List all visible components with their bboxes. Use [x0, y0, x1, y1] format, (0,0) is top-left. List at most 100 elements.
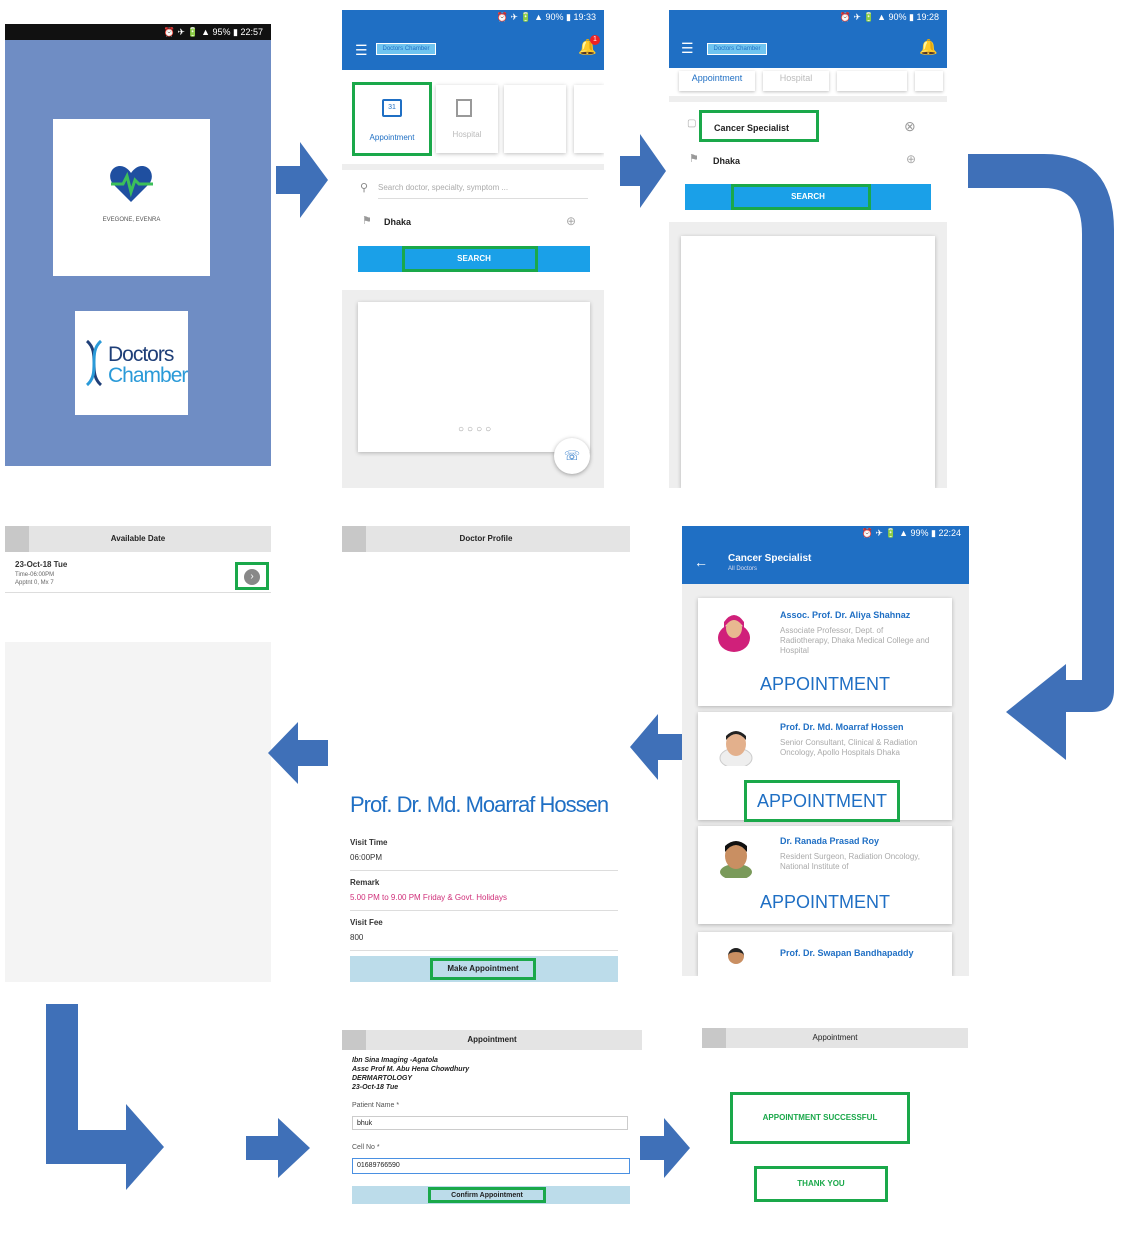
back-button[interactable]	[702, 1028, 726, 1048]
visit-time-value: 06:00PM	[350, 853, 383, 862]
doctor-desc-3: Resident Surgeon, Radiation Oncology, Na…	[780, 852, 920, 871]
appointment-button-1[interactable]: APPOINTMENT	[698, 674, 952, 695]
profile-doctor-name: Prof. Dr. Md. Moarraf Hossen	[350, 792, 609, 817]
back-button[interactable]	[342, 1030, 366, 1050]
doctor-card-4[interactable]: Prof. Dr. Swapan Bandhapaddy	[698, 932, 952, 976]
tab-appointment[interactable]: Appointment	[679, 71, 755, 91]
back-button[interactable]	[5, 526, 29, 552]
confirm-bar[interactable]: Confirm Appointment	[352, 1186, 630, 1204]
profile-header-title: Doctor Profile	[459, 534, 513, 543]
status-bar: ⏰ ✈ 🔋 ▲ 90% ▮ 19:28	[839, 12, 939, 22]
flow-arrow-elbow	[44, 1002, 166, 1192]
location-field[interactable]: Dhaka	[713, 156, 740, 166]
patient-name-label: Patient Name *	[352, 1102, 400, 1109]
remark-row: Remark 5.00 PM to 9.00 PM Friday & Govt.…	[350, 878, 618, 911]
status-bar: ⏰ ✈ 🔋 ▲ 90% ▮ 19:33	[496, 12, 596, 22]
appointment-form-screen: Appointment Ibn Sina Imaging -Agatola As…	[342, 1030, 642, 1255]
visit-time-row: Visit Time 06:00PM	[350, 838, 618, 871]
make-appointment-button[interactable]: Make Appointment	[430, 958, 536, 980]
confirm-appointment-button[interactable]: Confirm Appointment	[428, 1187, 546, 1203]
tab-empty-2[interactable]	[574, 85, 604, 153]
appointment-button-3[interactable]: APPOINTMENT	[698, 892, 952, 913]
list-title: Cancer Specialist	[728, 553, 812, 564]
menu-icon[interactable]: ☰	[681, 40, 694, 57]
select-date-button[interactable]: ›	[235, 562, 269, 590]
location-pin-icon: ⚑	[689, 153, 699, 165]
clear-icon[interactable]: ⊗	[904, 118, 916, 135]
date-row[interactable]: 23-Oct-18 Tue Time-06:00PM Apptnt 0, Mx …	[5, 556, 271, 593]
date-value: 23-Oct-18 Tue	[15, 560, 68, 569]
date-badge: 31	[388, 104, 396, 111]
tab-empty-2[interactable]	[915, 71, 943, 91]
success-screen: Appointment APPOINTMENT SUCCESSFUL THANK…	[702, 1028, 968, 1255]
hospital-icon	[456, 99, 472, 117]
back-button[interactable]	[342, 526, 366, 552]
list-subtitle: All Doctors	[728, 566, 758, 572]
tab-hospital-label: Hospital	[452, 130, 482, 139]
tab-empty-1[interactable]	[504, 85, 566, 153]
visit-time-label: Visit Time	[350, 838, 388, 847]
success-header: Appointment	[702, 1028, 968, 1048]
status-bar: ⏰ ✈ 🔋 ▲ 95% ▮ 22:57	[5, 24, 271, 40]
search-button[interactable]: SEARCH	[358, 246, 590, 272]
notif-badge: 1	[590, 35, 600, 45]
make-appointment-bar[interactable]: Make Appointment	[350, 956, 618, 982]
flow-arrow-left-1	[630, 712, 682, 782]
location-field[interactable]: Dhaka	[384, 217, 411, 227]
logo-tagline: EVEGONE, EVENRA	[102, 217, 161, 223]
tab-appointment[interactable]: 31 Appointment	[352, 82, 432, 156]
brand-chamber: Chamber	[108, 364, 188, 387]
fee-value: 800	[350, 933, 364, 942]
doctor-card-1[interactable]: Assoc. Prof. Dr. Aliya Shahnaz Associate…	[698, 598, 952, 706]
search-input[interactable]: Cancer Specialist	[699, 110, 819, 142]
flow-arrow-right-3	[246, 1116, 310, 1180]
form-header: Appointment	[342, 1030, 642, 1050]
doctor-profile-screen: Doctor Profile Prof. Dr. Md. Moarraf Hos…	[342, 526, 630, 986]
success-header-title: Appointment	[812, 1033, 858, 1042]
carousel-dots[interactable]: ○○○○	[458, 424, 494, 435]
doctor-list-screen: ⏰ ✈ 🔋 ▲ 99% ▮ 22:24 ← Cancer Specialist …	[682, 526, 969, 976]
doctor-card-3[interactable]: Dr. Ranada Prasad Roy Resident Surgeon, …	[698, 826, 952, 924]
doctor-avatar-4	[728, 948, 744, 964]
gps-icon[interactable]: ⊕	[906, 152, 916, 166]
gps-icon[interactable]: ⊕	[566, 214, 576, 228]
info-line-3: DERMARTOLOGY	[352, 1075, 413, 1082]
doctor-name-1: Assoc. Prof. Dr. Aliya Shahnaz	[780, 610, 911, 620]
doctor-avatar-3	[718, 838, 754, 878]
tab-hospital[interactable]: Hospital	[436, 85, 498, 153]
app-title: Doctors Chamber	[707, 43, 767, 55]
cell-no-input[interactable]: 01689766590	[352, 1158, 630, 1174]
bell-icon[interactable]: 🔔	[919, 38, 938, 56]
back-arrow-icon[interactable]: ←	[694, 554, 708, 570]
info-line-2: Assc Prof M. Abu Hena Chowdhury	[352, 1066, 470, 1073]
empty-list-area	[5, 642, 271, 982]
cell-no-label: Cell No *	[352, 1144, 380, 1151]
tab-empty-1[interactable]	[837, 71, 907, 91]
search-input[interactable]: Search doctor, specialty, symptom ...	[378, 183, 588, 199]
search-icon: ▢	[687, 118, 697, 129]
remark-value: 5.00 PM to 9.00 PM Friday & Govt. Holida…	[350, 893, 507, 902]
doctor-card-2[interactable]: Prof. Dr. Md. Moarraf Hossen Senior Cons…	[698, 712, 952, 822]
patient-name-input[interactable]: bhuk	[352, 1116, 628, 1130]
thank-you-button[interactable]: THANK YOU	[754, 1166, 888, 1202]
search-icon: ⚲	[360, 182, 369, 194]
available-date-screen: Available Date 23-Oct-18 Tue Time-06:00P…	[5, 526, 271, 982]
flow-arrow-left-2	[268, 720, 328, 786]
remark-label: Remark	[350, 878, 380, 887]
flow-arrow-right-2	[620, 132, 666, 210]
flow-arrow-right-1	[276, 140, 328, 220]
app-title: Doctors Chamber	[376, 43, 436, 55]
appointment-info: Ibn Sina Imaging -Agatola Assc Prof M. A…	[352, 1056, 469, 1092]
doctor-name-4: Prof. Dr. Swapan Bandhapaddy	[780, 948, 914, 958]
logo-card: EVEGONE, EVENRA	[53, 119, 210, 276]
status-bar: ⏰ ✈ 🔋 ▲ 99% ▮ 22:24	[861, 528, 961, 538]
search-button-highlight	[731, 184, 871, 210]
appointment-button-2[interactable]: APPOINTMENT	[744, 780, 900, 822]
doctor-avatar-1	[716, 612, 752, 652]
menu-icon[interactable]: ☰	[355, 42, 368, 59]
call-fab[interactable]: ☏	[554, 438, 590, 474]
tab-hospital[interactable]: Hospital	[763, 71, 829, 91]
date-header: Available Date	[5, 526, 271, 552]
doctor-desc-2: Senior Consultant, Clinical & Radiation …	[780, 738, 918, 757]
search-button[interactable]: SEARCH	[685, 184, 931, 210]
